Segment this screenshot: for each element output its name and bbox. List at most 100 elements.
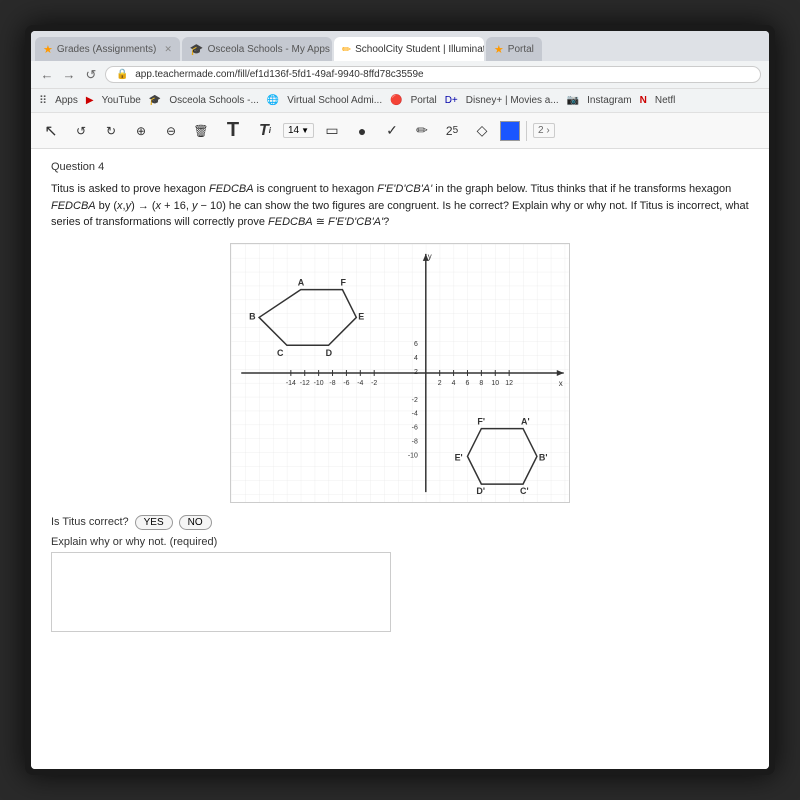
svg-text:-2: -2 [371, 379, 377, 386]
redo-button[interactable]: ↻ [99, 119, 123, 143]
osceola-icon: 🎓 [149, 95, 161, 106]
netflix-icon: N [640, 95, 647, 106]
yes-button[interactable]: YES [135, 515, 173, 530]
svg-text:C: C [277, 348, 284, 358]
svg-text:A: A [298, 277, 305, 287]
svg-text:-4: -4 [412, 410, 418, 417]
svg-text:E: E [358, 311, 364, 321]
svg-text:B': B' [539, 452, 548, 462]
zoom-in-button[interactable]: ⊕ [129, 119, 153, 143]
bookmark-disney[interactable]: Disney+ | Movies a... [466, 95, 559, 106]
svg-text:D: D [326, 348, 333, 358]
tab-osceola-label: Osceola Schools - My Apps [208, 44, 330, 55]
address-input[interactable]: 🔒 app.teachermade.com/fill/ef1d136f-5fd1… [105, 66, 761, 83]
svg-text:C': C' [520, 486, 529, 496]
portal-icon: 🔴 [390, 95, 402, 106]
svg-text:-8: -8 [329, 379, 335, 386]
svg-text:6: 6 [466, 379, 470, 386]
svg-text:E': E' [455, 452, 463, 462]
svg-text:y: y [428, 251, 432, 260]
svg-text:-12: -12 [300, 379, 310, 386]
bookmarks-bar: ⠿ Apps ▶ YouTube 🎓 Osceola Schools -... … [31, 89, 769, 113]
pencil-tool[interactable]: ✏ [410, 119, 434, 143]
trash-button[interactable]: 🗑 [189, 119, 213, 143]
address-text: app.teachermade.com/fill/ef1d136f-5fd1-4… [135, 69, 423, 80]
zoom-out-button[interactable]: ⊖ [159, 119, 183, 143]
question-text: Titus is asked to prove hexagon FEDCBA i… [51, 181, 749, 231]
tab-schoolcity[interactable]: ✏ SchoolCity Student | Illuminate F ✕ [334, 37, 484, 61]
page-counter[interactable]: 2 › [533, 123, 555, 138]
font-size-value: 14 [288, 125, 299, 136]
tab-grades-close[interactable]: ✕ [164, 44, 172, 55]
lock-icon: 🔒 [116, 69, 128, 80]
svg-text:D': D' [476, 486, 485, 496]
number-tool[interactable]: 25 [440, 119, 464, 143]
svg-text:-4: -4 [357, 379, 363, 386]
svg-text:F': F' [477, 416, 485, 426]
question-number: Question 4 [51, 161, 749, 173]
svg-text:x: x [559, 378, 563, 387]
color-picker[interactable] [500, 121, 520, 141]
back-button[interactable]: ← [39, 67, 55, 82]
explain-label: Explain why or why not. (required) [51, 536, 749, 548]
tab-schoolcity-label: SchoolCity Student | Illuminate F [355, 44, 484, 55]
font-size-dropdown-icon[interactable]: ▼ [301, 126, 309, 135]
bookmark-apps[interactable]: Apps [55, 95, 78, 106]
svg-text:-10: -10 [408, 452, 418, 459]
shape-tool[interactable]: ◇ [470, 119, 494, 143]
youtube-icon: ▶ [86, 95, 94, 106]
font-size-selector[interactable]: 14 ▼ [283, 123, 314, 138]
tab-osceola-icon: 🎓 [190, 43, 204, 56]
checkmark-tool[interactable]: ✓ [380, 119, 404, 143]
bookmark-virtual[interactable]: Virtual School Admi... [287, 95, 382, 106]
rectangle-tool[interactable]: ▭ [320, 119, 344, 143]
svg-text:10: 10 [491, 379, 499, 386]
coordinate-graph: -14 -12 -10 -8 -6 -4 -2 2 4 6 8 10 12 x … [231, 244, 569, 502]
instagram-icon: 📷 [567, 95, 579, 106]
toolbar-separator [526, 121, 527, 141]
tab-grades-icon: ★ [43, 43, 53, 56]
circle-tool[interactable]: ● [350, 119, 374, 143]
tab-osceola[interactable]: 🎓 Osceola Schools - My Apps ✕ [182, 37, 332, 61]
tab-portal-icon: ★ [494, 43, 504, 56]
disney-icon: D+ [445, 95, 458, 106]
tab-bar: ★ Grades (Assignments) ✕ 🎓 Osceola Schoo… [31, 31, 769, 61]
content-area: Question 4 Titus is asked to prove hexag… [31, 149, 769, 769]
svg-text:2: 2 [414, 368, 418, 375]
tab-portal-label: Portal [508, 44, 534, 55]
svg-text:8: 8 [479, 379, 483, 386]
laptop-screen: ★ Grades (Assignments) ✕ 🎓 Osceola Schoo… [25, 25, 775, 775]
svg-text:-6: -6 [412, 424, 418, 431]
bookmark-instagram[interactable]: Instagram [587, 95, 631, 106]
bookmark-youtube[interactable]: YouTube [102, 95, 141, 106]
forward-button[interactable]: → [61, 67, 77, 82]
text-tool-T[interactable]: T [219, 119, 247, 143]
no-button[interactable]: NO [179, 515, 212, 530]
svg-text:12: 12 [505, 379, 513, 386]
svg-text:-10: -10 [314, 379, 324, 386]
svg-text:4: 4 [414, 355, 418, 362]
tab-grades[interactable]: ★ Grades (Assignments) ✕ [35, 37, 180, 61]
graph-container: -14 -12 -10 -8 -6 -4 -2 2 4 6 8 10 12 x … [230, 243, 570, 503]
explain-textarea[interactable] [51, 552, 391, 632]
svg-text:-14: -14 [286, 379, 296, 386]
correct-label: Is Titus correct? [51, 516, 129, 528]
bookmark-netflix[interactable]: Netfl [655, 95, 676, 106]
cursor-tool[interactable]: ↖ [39, 119, 63, 143]
virtual-icon: 🌐 [267, 95, 279, 106]
refresh-button[interactable]: ↺ [83, 67, 99, 83]
svg-text:2: 2 [438, 379, 442, 386]
svg-text:4: 4 [452, 379, 456, 386]
tab-schoolcity-icon: ✏ [342, 43, 351, 56]
tab-portal[interactable]: ★ Portal [486, 37, 542, 61]
svg-text:B: B [249, 311, 256, 321]
bookmark-portal[interactable]: Portal [411, 95, 437, 106]
toolbar: ↖ ↺ ↻ ⊕ ⊖ 🗑 T Ti 14 ▼ ▭ ● ✓ ✏ 25 ◇ 2 › [31, 113, 769, 149]
undo-button[interactable]: ↺ [69, 119, 93, 143]
svg-text:-8: -8 [412, 438, 418, 445]
svg-text:6: 6 [414, 341, 418, 348]
apps-icon: ⠿ [39, 94, 47, 107]
text-tool-Ti[interactable]: Ti [253, 119, 277, 143]
svg-text:-6: -6 [343, 379, 349, 386]
bookmark-osceola[interactable]: Osceola Schools -... [169, 95, 258, 106]
